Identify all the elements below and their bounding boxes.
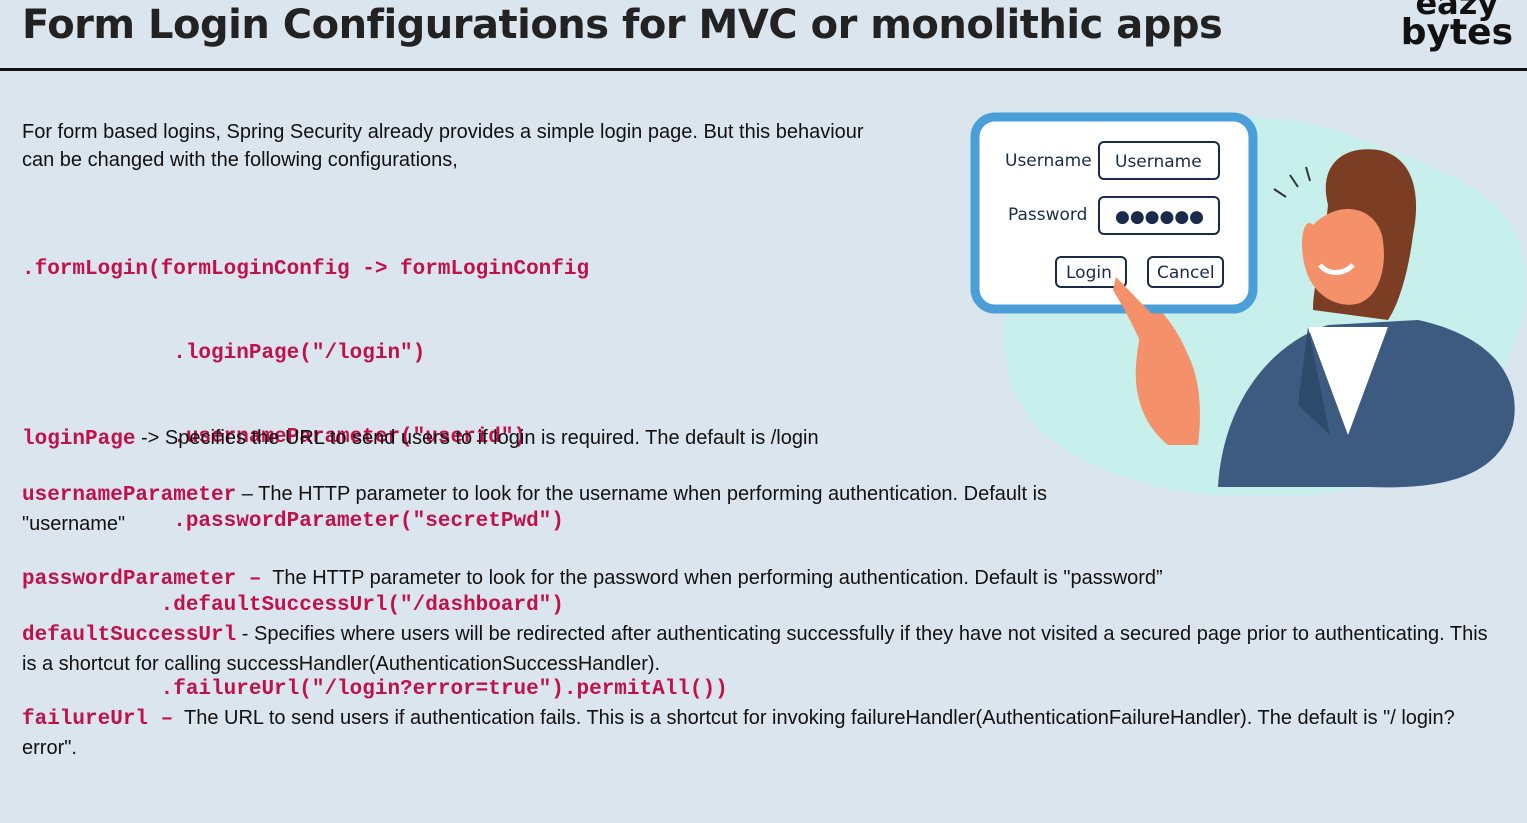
eazybytes-logo: eazy bytes <box>1400 0 1513 53</box>
definition-usernameparameter: usernameParameter – The HTTP parameter t… <box>22 480 1082 539</box>
intro-paragraph: For form based logins, Spring Security a… <box>22 121 864 171</box>
definition-separator: - <box>236 623 255 645</box>
definition-text: The URL to send users if authentication … <box>22 707 1455 759</box>
definition-term: usernameParameter <box>22 484 237 507</box>
code-line: .formLogin(formLoginConfig -> formLoginC… <box>22 258 590 281</box>
code-line: .loginPage("/login") <box>22 342 426 365</box>
password-label: Password <box>1008 205 1087 225</box>
definition-defaultsuccessurl: defaultSuccessUrl - Specifies where user… <box>22 620 1502 679</box>
definition-separator: – <box>236 483 259 505</box>
code-line: .defaultSuccessUrl("/dashboard") <box>22 594 564 617</box>
definition-separator: -> <box>135 427 165 449</box>
page-title: Form Login Configurations for MVC or mon… <box>22 2 1223 48</box>
username-label: Username <box>1005 151 1092 171</box>
header-divider <box>0 68 1527 71</box>
definition-term: passwordParameter – <box>22 568 262 591</box>
password-field-value: ●●●●●● <box>1115 207 1204 227</box>
definition-separator <box>261 567 272 589</box>
definition-term: defaultSuccessUrl <box>22 624 237 647</box>
background-blob-small <box>1108 446 1228 474</box>
definition-term: loginPage <box>22 428 136 451</box>
definition-failureurl: failureUrl – The URL to send users if au… <box>22 704 1502 763</box>
definition-text: Specifies the URL to send users to if lo… <box>164 427 819 449</box>
definition-term: failureUrl – <box>22 708 174 731</box>
username-field-value: Username <box>1115 152 1202 172</box>
login-illustration: Username Username Password ●●●●●● Login … <box>970 112 1526 495</box>
logo-line-2: bytes <box>1400 12 1513 53</box>
definition-separator <box>173 707 184 729</box>
definition-text: The HTTP parameter to look for the passw… <box>272 567 1163 589</box>
login-button-label: Login <box>1066 263 1112 283</box>
code-line: .failureUrl("/login?error=true").permitA… <box>22 678 728 701</box>
definition-passwordparameter: passwordParameter – The HTTP parameter t… <box>22 564 1502 594</box>
cancel-button-label: Cancel <box>1157 263 1215 283</box>
